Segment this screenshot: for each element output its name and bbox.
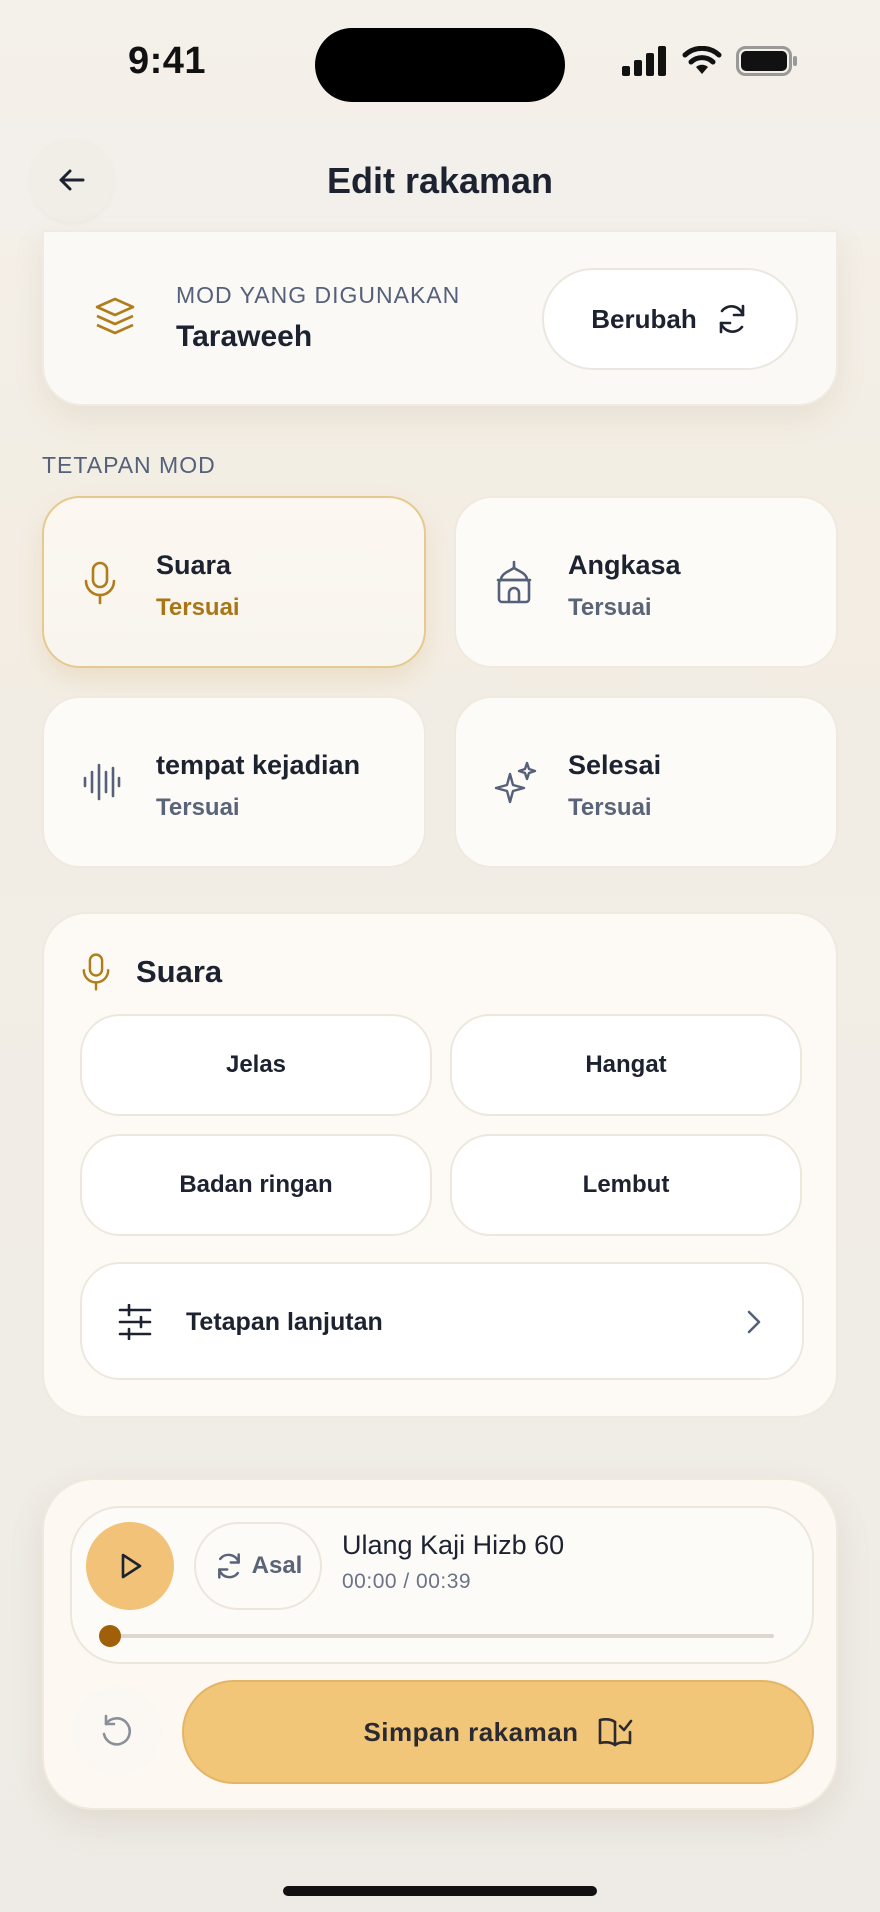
mode-caption: MOD YANG DIGUNAKAN <box>176 282 461 308</box>
advanced-settings-row[interactable]: Tetapan lanjutan <box>80 1262 804 1380</box>
voice-option-hangat[interactable]: Hangat <box>450 1014 802 1116</box>
mode-value: Taraweeh <box>176 320 313 353</box>
tile-selesai[interactable]: Selesai Tersuai <box>454 696 838 868</box>
tile-title: Angkasa <box>568 550 681 580</box>
tile-subtitle: Tersuai <box>568 594 652 621</box>
save-recording-button[interactable]: Simpan rakaman <box>182 1680 814 1784</box>
signal-icon <box>622 46 666 76</box>
chevron-right-icon <box>744 1308 764 1341</box>
tile-tempat-kejadian[interactable]: tempat kejadian Tersuai <box>42 696 426 868</box>
track-title: Ulang Kaji Hizb 60 <box>342 1530 565 1560</box>
voice-option-badan-ringan[interactable]: Badan ringan <box>80 1134 432 1236</box>
header: Edit rakaman <box>0 120 880 235</box>
home-indicator <box>283 1886 597 1896</box>
section-label: TETAPAN MOD <box>42 452 216 478</box>
play-icon <box>121 1553 142 1579</box>
undo-icon <box>102 1714 132 1746</box>
audio-player: Asal Ulang Kaji Hizb 60 00:00 / 00:39 <box>70 1506 814 1664</box>
sliders-icon <box>118 1303 152 1345</box>
play-button[interactable] <box>86 1522 174 1610</box>
battery-icon <box>736 46 797 76</box>
refresh-icon <box>217 1553 240 1579</box>
original-toggle-label: Asal <box>251 1552 303 1579</box>
refresh-icon <box>719 304 745 334</box>
player-card: Asal Ulang Kaji Hizb 60 00:00 / 00:39 Si… <box>42 1478 838 1810</box>
tile-subtitle: Tersuai <box>568 794 652 821</box>
status-time: 9:41 <box>128 40 207 82</box>
tile-subtitle: Tersuai <box>156 594 240 621</box>
status-bar: 9:41 <box>0 0 880 120</box>
dynamic-island <box>315 28 565 102</box>
progress-track[interactable] <box>99 1625 774 1647</box>
layers-icon <box>94 296 136 345</box>
voice-panel: Suara Jelas Hangat Badan ringan Lembut T… <box>42 912 838 1418</box>
change-mode-button[interactable]: Berubah <box>542 268 798 370</box>
wifi-icon <box>682 46 722 74</box>
mosque-icon <box>494 560 534 611</box>
change-mode-label: Berubah <box>591 303 697 334</box>
mode-card: MOD YANG DIGUNAKAN Taraweeh Berubah <box>42 230 838 406</box>
sparkles-icon <box>494 760 538 811</box>
undo-button[interactable] <box>72 1686 162 1776</box>
screen: 9:41 Edit rakaman MOD YANG DIGUNAKAN Tar… <box>0 0 880 1912</box>
save-recording-label: Simpan rakaman <box>363 1716 579 1747</box>
page-title: Edit rakaman <box>326 160 554 201</box>
tile-suara[interactable]: Suara Tersuai <box>42 496 426 668</box>
tile-title: Selesai <box>568 750 662 780</box>
book-check-icon <box>598 1718 632 1747</box>
voice-option-jelas[interactable]: Jelas <box>80 1014 432 1116</box>
progress-knob[interactable] <box>99 1625 121 1647</box>
microphone-icon <box>82 560 118 611</box>
tile-title: Suara <box>156 550 232 580</box>
tile-title: tempat kejadian <box>156 750 361 780</box>
voice-option-lembut[interactable]: Lembut <box>450 1134 802 1236</box>
advanced-settings-label: Tetapan lanjutan <box>186 1308 383 1336</box>
tile-angkasa[interactable]: Angkasa Tersuai <box>454 496 838 668</box>
status-icons <box>622 46 798 76</box>
tile-subtitle: Tersuai <box>156 794 240 821</box>
microphone-icon <box>80 952 112 997</box>
track-time: 00:00 / 00:39 <box>342 1570 472 1593</box>
original-toggle-button[interactable]: Asal <box>194 1522 322 1610</box>
panel-title: Suara <box>136 954 223 989</box>
waveform-icon <box>82 760 122 809</box>
